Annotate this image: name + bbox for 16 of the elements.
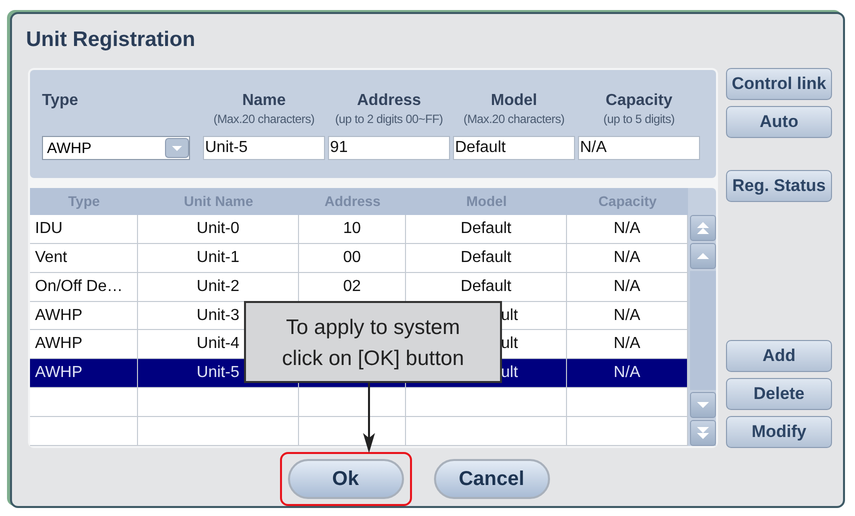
field-label: Address [356,92,422,111]
field-hint: (Max.20 characters) [214,112,314,128]
column-header: Address [299,188,406,215]
field-hint: (Max.20 characters) [464,112,564,128]
field-label: Capacity [606,92,672,111]
field-label: Name [242,92,286,111]
callout-tooltip: To apply to system click on [OK] button [244,301,502,383]
field-hint: (up to 5 digits) [603,112,675,128]
column-header: Type [30,188,138,215]
column-header: Capacity [567,188,688,215]
window-title: Unit Registration [25,27,196,53]
field-label: Model [490,92,538,111]
field-label: Type [42,92,78,111]
column-header: Model [406,188,567,215]
field-hint: (up to 2 digits 00~FF) [335,112,443,128]
column-header: Unit Name [138,188,299,215]
